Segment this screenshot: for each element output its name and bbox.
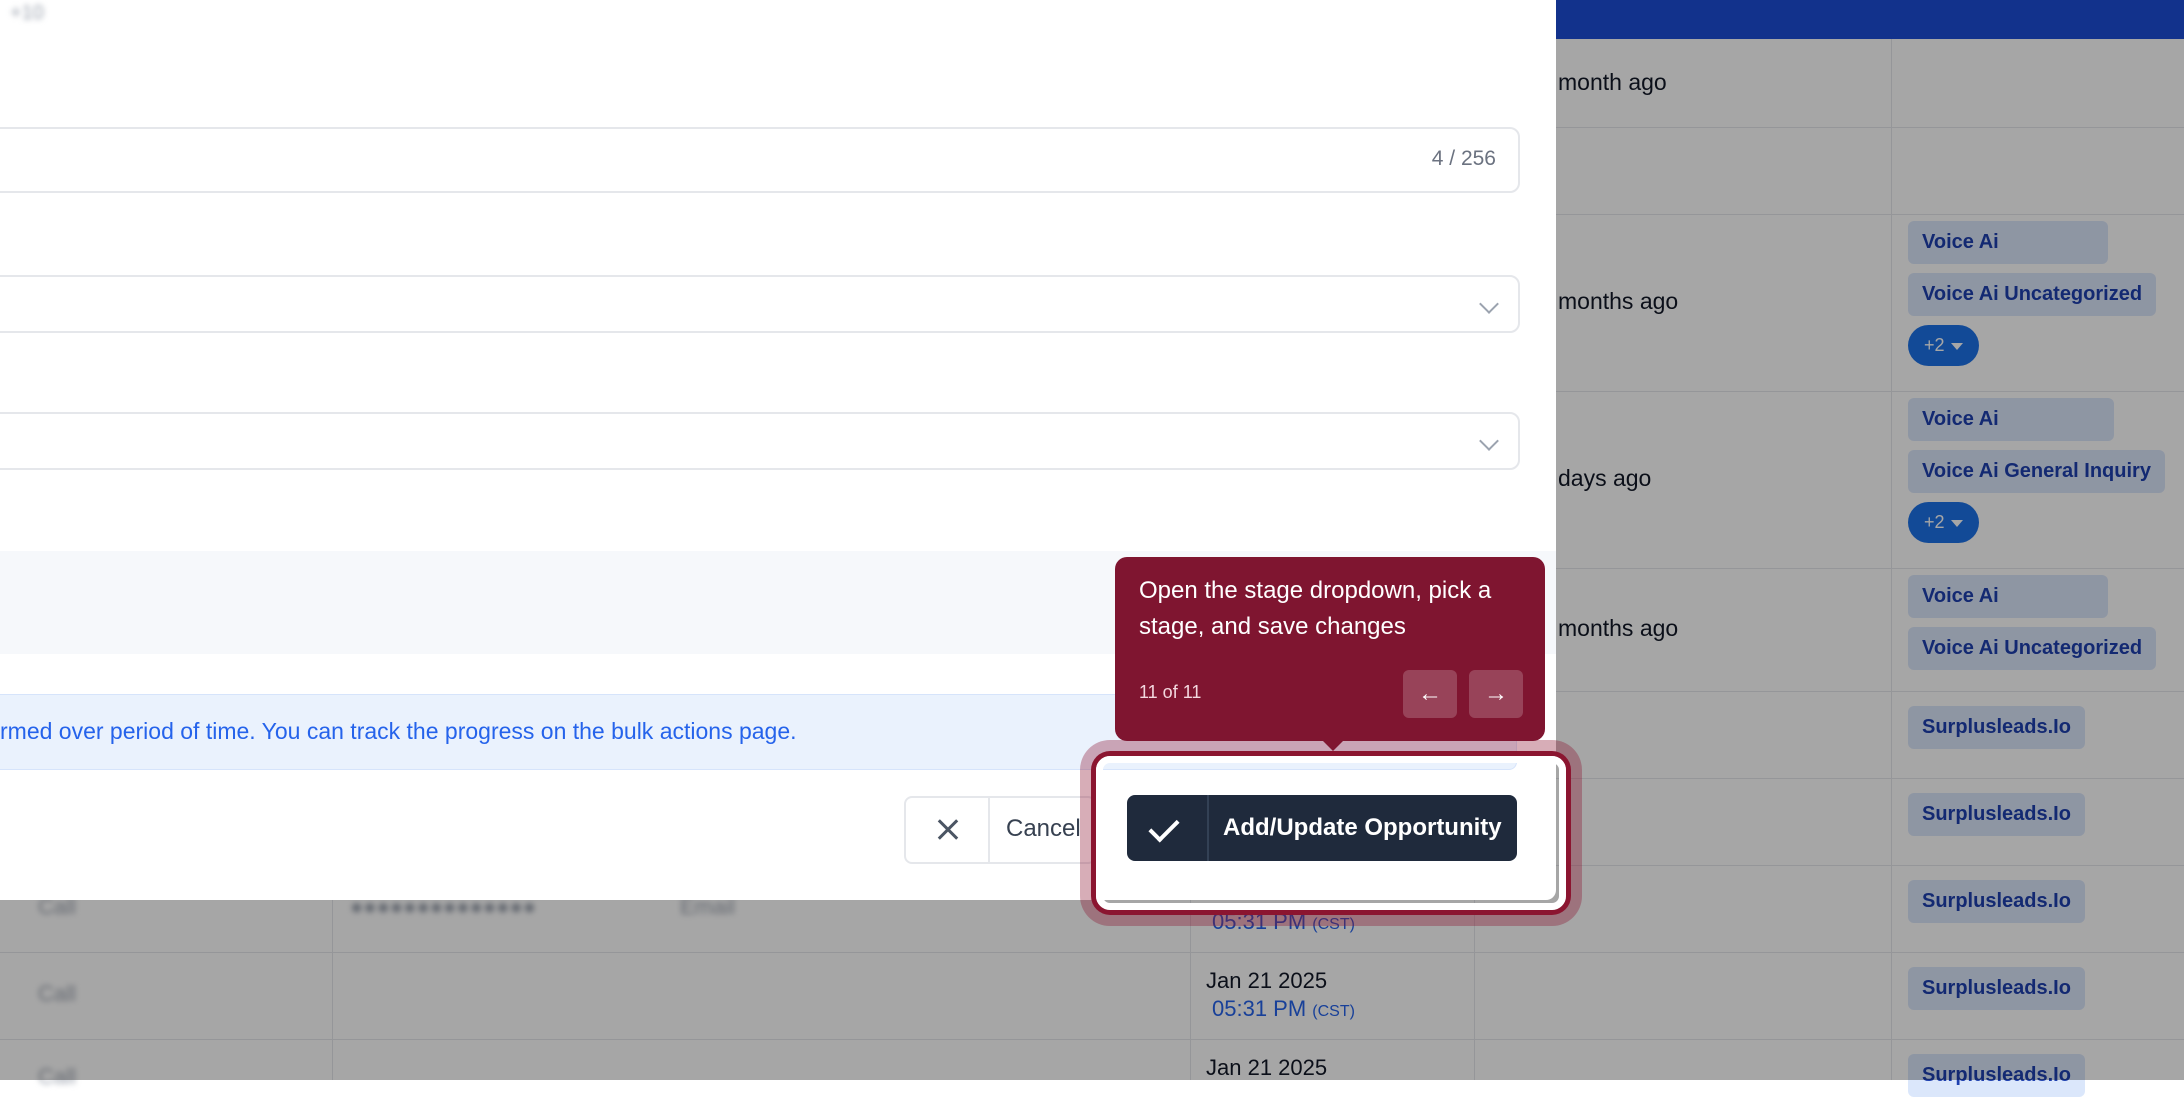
close-icon (906, 798, 990, 862)
modal-header-blurred: +10 (10, 2, 44, 24)
info-alert-text: rmed over period of time. You can track … (0, 718, 797, 744)
cancel-button[interactable]: Cancel (904, 796, 1096, 864)
check-icon (1127, 795, 1209, 861)
chevron-down-icon (1479, 431, 1499, 451)
pipeline-select[interactable] (0, 275, 1520, 333)
opportunity-name-input[interactable]: 4 / 256 (0, 127, 1520, 193)
chevron-down-icon (1479, 294, 1499, 314)
tour-tooltip: Open the stage dropdown, pick a stage, a… (1115, 557, 1545, 751)
character-counter: 4 / 256 (1431, 147, 1496, 170)
tour-tooltip-message: Open the stage dropdown, pick a stage, a… (1139, 577, 1492, 640)
tour-prev-button[interactable]: ← (1403, 670, 1457, 718)
tour-next-button[interactable]: → (1469, 670, 1523, 718)
arrow-left-icon: ← (1418, 680, 1442, 707)
arrow-right-icon: → (1484, 680, 1508, 707)
add-update-opportunity-label: Add/Update Opportunity (1223, 814, 1502, 841)
bulk-opportunity-modal: +10 4 / 256 rmed over period of time. Yo… (0, 0, 1566, 910)
tour-step-counter: 11 of 11 (1139, 682, 1202, 702)
stage-select[interactable] (0, 412, 1520, 470)
cancel-label: Cancel (1006, 815, 1081, 842)
add-update-opportunity-button[interactable]: Add/Update Opportunity (1127, 795, 1517, 861)
